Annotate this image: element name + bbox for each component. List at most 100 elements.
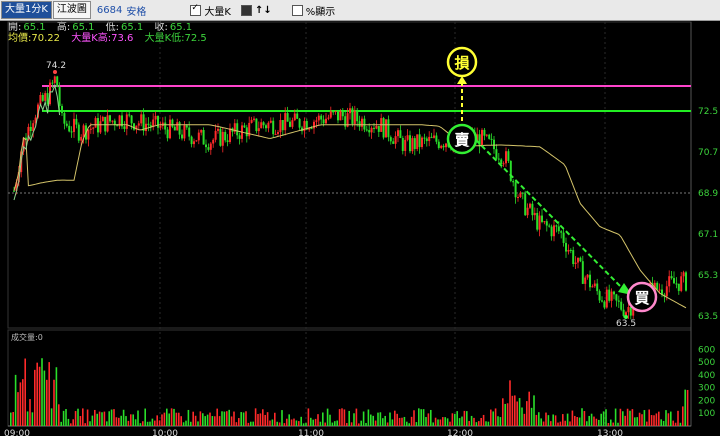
volume-bar <box>350 422 353 426</box>
volume-bar <box>686 389 689 426</box>
candle-body <box>370 127 373 133</box>
candle-body <box>56 76 59 87</box>
volume-bar <box>648 409 650 426</box>
candle-body <box>164 122 167 130</box>
volume-bar <box>379 412 382 426</box>
volume-bar <box>50 408 53 426</box>
volume-bar <box>336 420 338 426</box>
candle-body <box>373 127 375 129</box>
buy-badge: 買 <box>626 281 658 313</box>
candle-body <box>133 123 135 130</box>
volume-bar <box>346 423 348 426</box>
volume-bar <box>521 407 523 426</box>
volume-bar <box>274 412 276 426</box>
volume-bar <box>125 416 127 426</box>
candlesticks <box>13 75 687 320</box>
stop-loss-text: 損 <box>454 54 470 72</box>
volume-bar <box>86 409 89 426</box>
volume-bar <box>94 409 96 426</box>
candle-body <box>361 118 363 127</box>
volume-bar <box>185 420 187 426</box>
volume-bar <box>221 411 223 426</box>
volume-bar <box>643 410 646 426</box>
candle-body <box>565 242 567 252</box>
candle-body <box>385 119 387 138</box>
volume-bar <box>365 422 367 426</box>
candle-body <box>505 151 507 164</box>
volume-bar <box>482 414 485 426</box>
candle-body <box>658 289 661 291</box>
volume-bar <box>151 418 154 426</box>
candle-body <box>533 212 536 216</box>
candle-body <box>61 105 63 114</box>
volume-bar <box>173 408 175 426</box>
candle-body <box>291 120 294 127</box>
candle-body <box>538 215 541 230</box>
candle-body <box>159 125 162 128</box>
candle-body <box>260 122 263 129</box>
candle-body <box>365 129 368 131</box>
volume-bar <box>485 421 487 426</box>
volume-bar <box>348 410 350 426</box>
candle-body <box>281 120 284 131</box>
y-tick-label: 68.9 <box>698 189 718 199</box>
candle-body <box>243 125 246 128</box>
candle-body <box>593 283 596 287</box>
candle-body <box>238 135 241 139</box>
candle-body <box>315 120 318 122</box>
volume-bar <box>511 395 514 426</box>
candle-body <box>581 261 584 284</box>
volume-axis-labels: 600 500 400 300 200 100 <box>698 345 715 419</box>
candle-body <box>149 125 152 127</box>
candle-body <box>289 121 291 127</box>
candle-body <box>272 120 275 135</box>
volume-bar <box>17 392 19 426</box>
candle-body <box>529 203 531 208</box>
volume-bar <box>605 409 607 426</box>
volume-bar <box>329 414 331 426</box>
volume-bar <box>158 420 161 426</box>
candle-body <box>509 160 512 182</box>
volume-bar <box>679 422 682 426</box>
candle-body <box>171 119 174 127</box>
candle-body <box>73 118 75 132</box>
candle-body <box>286 113 289 122</box>
candle-body <box>269 120 272 123</box>
volume-bar <box>437 419 439 426</box>
candle-body <box>596 283 599 292</box>
candle-body <box>586 274 589 278</box>
candle-body <box>104 116 107 132</box>
volume-bar <box>562 414 564 426</box>
candle-body <box>140 114 143 124</box>
volume-bar <box>422 409 425 426</box>
candle-body <box>212 139 215 144</box>
candle-body <box>656 282 659 290</box>
candle-body <box>363 118 366 130</box>
volume-bar <box>149 421 151 426</box>
candle-body <box>181 134 183 139</box>
volume-bar <box>552 414 554 426</box>
candle-body <box>123 126 126 129</box>
candle-body <box>406 135 409 140</box>
candle-body <box>236 123 239 136</box>
candle-body <box>207 147 210 150</box>
volume-bar <box>127 420 130 426</box>
candle-body <box>58 86 61 106</box>
candle-body <box>413 138 416 150</box>
candle-body <box>97 118 99 133</box>
volume-bar <box>139 423 142 426</box>
volume-bar <box>547 415 550 426</box>
candle-body <box>536 212 539 230</box>
candle-body <box>183 125 186 139</box>
candle-body <box>416 134 419 150</box>
candle-body <box>274 133 277 135</box>
volume-bar <box>278 422 281 426</box>
candle-body <box>176 122 179 131</box>
x-tick-label: 13:00 <box>597 429 623 436</box>
volume-bar <box>475 422 478 426</box>
volume-bar <box>677 410 679 426</box>
candle-body <box>205 144 207 148</box>
volume-bar <box>192 411 194 426</box>
volume-bar <box>427 413 430 426</box>
volume-bar <box>259 413 262 426</box>
